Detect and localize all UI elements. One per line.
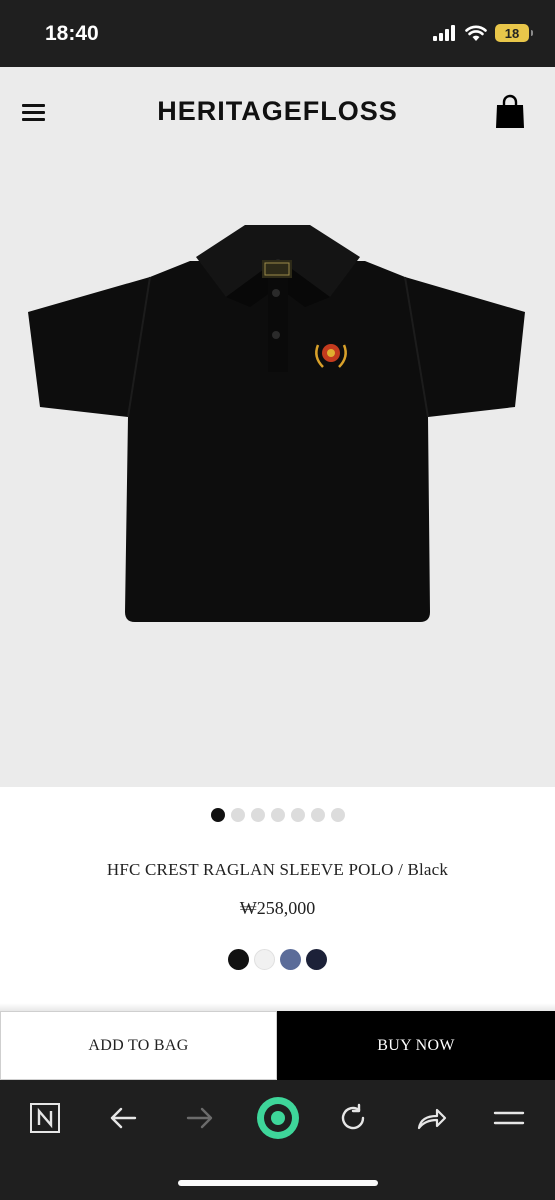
swatch-navy[interactable] — [306, 949, 327, 970]
swatch-white[interactable] — [254, 949, 275, 970]
battery-icon: 18 — [495, 24, 533, 42]
wifi-icon — [465, 25, 487, 41]
forward-arrow-icon[interactable] — [178, 1098, 222, 1138]
reload-icon[interactable] — [331, 1098, 375, 1138]
share-icon[interactable] — [409, 1098, 453, 1138]
gallery-dot[interactable] — [330, 808, 345, 822]
buy-now-button[interactable]: BUY NOW — [277, 1011, 555, 1080]
gallery-dot[interactable] — [270, 808, 285, 822]
status-icons: 18 — [433, 24, 533, 42]
status-bar: 18:40 18 — [0, 0, 555, 67]
swatch-black[interactable] — [228, 949, 249, 970]
color-swatches — [0, 949, 555, 970]
action-bar: ADD TO BAG BUY NOW — [0, 1011, 555, 1080]
product-title: HFC CREST RAGLAN SLEEVE POLO / Black — [106, 860, 449, 879]
home-circle-icon[interactable] — [254, 1095, 302, 1141]
home-indicator — [178, 1180, 378, 1186]
add-to-bag-button[interactable]: ADD TO BAG — [0, 1011, 277, 1080]
back-arrow-icon[interactable] — [101, 1098, 145, 1138]
gallery-dot[interactable] — [230, 808, 245, 822]
gallery-dot[interactable] — [290, 808, 305, 822]
brand-logo[interactable]: HERITAGEFLOSS — [0, 96, 555, 127]
product-image[interactable] — [0, 157, 555, 787]
cellular-signal-icon — [433, 25, 455, 41]
swatch-blue[interactable] — [280, 949, 301, 970]
black-polo-shirt-image — [28, 225, 525, 622]
gallery-pagination — [0, 808, 555, 822]
gallery-dot[interactable] — [250, 808, 265, 822]
naver-icon[interactable] — [23, 1098, 67, 1138]
status-time: 18:40 — [45, 22, 99, 45]
gallery-dot[interactable] — [210, 808, 225, 822]
site-header: HERITAGEFLOSS — [0, 67, 555, 157]
gallery-dot[interactable] — [310, 808, 325, 822]
menu-icon[interactable] — [487, 1098, 531, 1138]
product-price: ₩258,000 — [239, 898, 316, 918]
shopping-bag-icon[interactable] — [494, 94, 526, 130]
